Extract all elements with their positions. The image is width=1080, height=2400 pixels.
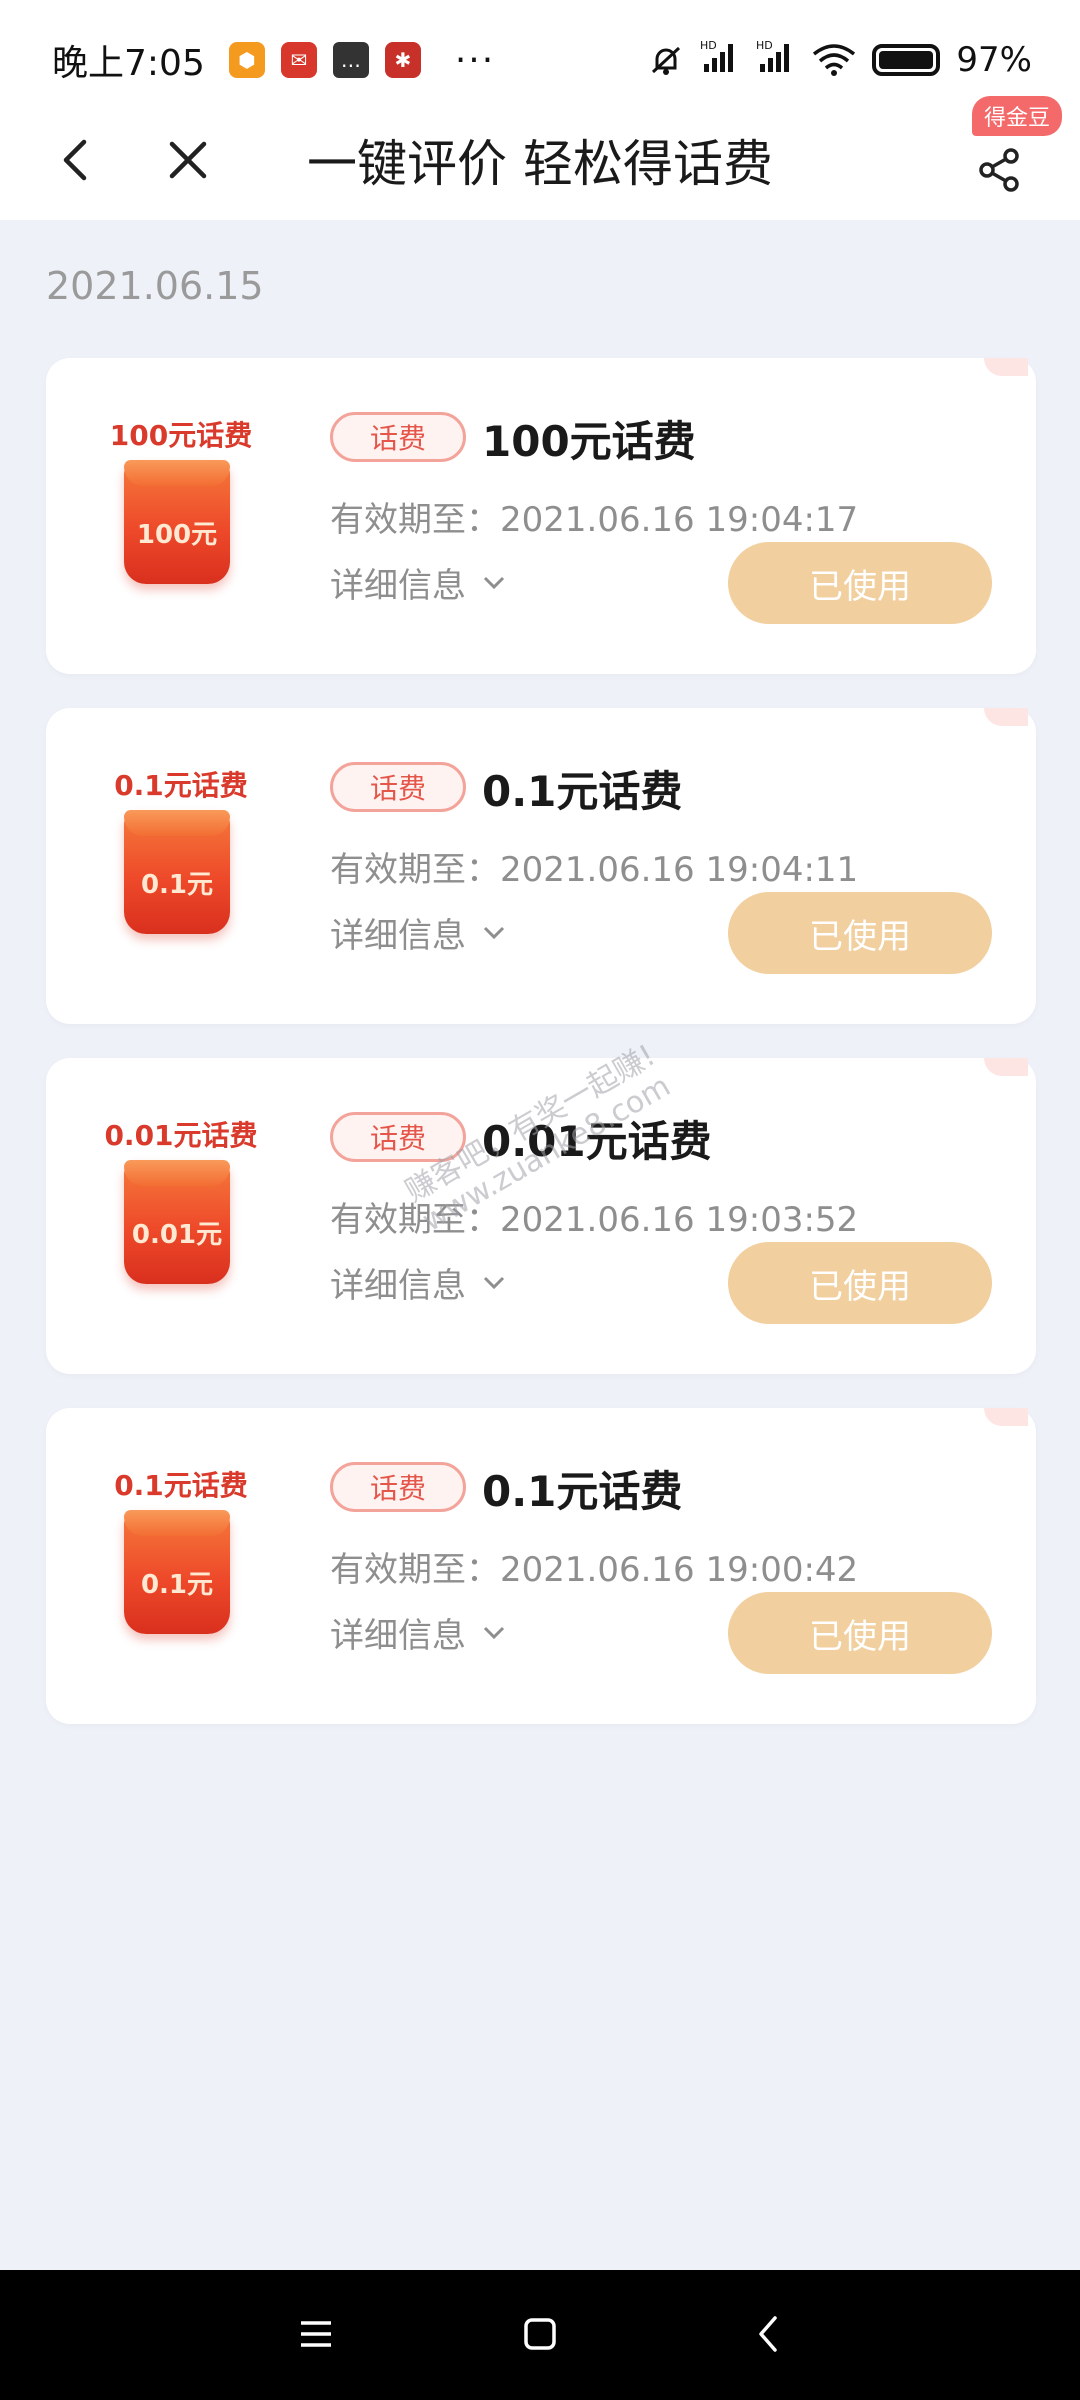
coupon-image-amount: 100元 [136, 520, 218, 550]
system-back-button[interactable] [738, 2304, 798, 2364]
red-envelope-icon: 0.1元 [124, 810, 230, 934]
coupon-image: 0.1元话费 0.1元 [96, 764, 266, 974]
battery-percent: 97% [956, 40, 1032, 80]
coupon-image-amount: 0.1元 [140, 870, 214, 900]
coupon-card[interactable]: 0.1元话费 0.1元 话费 0.1元话费 有效期至：2021.06.16 19… [46, 1408, 1036, 1724]
details-label: 详细信息 [330, 566, 466, 606]
coupon-expiry: 有效期至：2021.06.16 19:04:11 [330, 850, 859, 890]
used-button[interactable]: 已使用 [728, 1242, 992, 1324]
red-envelope-icon: 0.01元 [124, 1160, 230, 1284]
home-square-icon [524, 2318, 556, 2350]
signal-icon: HD [700, 38, 740, 82]
back-chevron-icon [759, 2316, 777, 2352]
details-toggle[interactable]: 详细信息 [330, 908, 506, 957]
card-corner-decoration [984, 708, 1028, 726]
gold-bean-badge[interactable]: 得金豆 [971, 96, 1062, 136]
coupon-card[interactable]: 0.1元话费 0.1元 话费 0.1元话费 有效期至：2021.06.16 19… [46, 708, 1036, 1024]
share-icon [979, 148, 1019, 192]
chevron-down-icon [483, 1276, 505, 1289]
message-icon: … [332, 42, 369, 78]
coupon-image: 100元话费 100元 [96, 414, 266, 624]
battery-icon [872, 44, 941, 76]
page-title: 一键评价 轻松得话费 [307, 135, 773, 193]
close-button[interactable] [152, 124, 224, 196]
share-button[interactable] [960, 130, 1040, 210]
nav-bar: 一键评价 轻松得话费 得金豆 [0, 96, 1080, 220]
app-notification-icon: ✱ [384, 42, 421, 78]
coupon-image-caption: 0.01元话费 [104, 1119, 258, 1152]
status-right: HD HD 97% [648, 38, 1032, 82]
red-envelope-icon: 0.1元 [124, 1510, 230, 1634]
signal-icon: HD [756, 38, 796, 82]
card-corner-decoration [984, 358, 1028, 376]
chevron-down-icon [483, 576, 505, 589]
coupon-image-caption: 100元话费 [109, 419, 253, 452]
details-label: 详细信息 [330, 1616, 466, 1656]
coupon-image-amount: 0.01元 [131, 1220, 223, 1250]
close-icon [169, 141, 207, 179]
coupon-image-caption: 0.1元话费 [114, 769, 248, 802]
coupon-image: 0.1元话费 0.1元 [96, 1464, 266, 1674]
chevron-down-icon [483, 926, 505, 939]
coupon-type-tag: 话费 [330, 762, 466, 812]
app-notification-icon: ⬢ [228, 42, 265, 78]
card-corner-decoration [984, 1058, 1028, 1076]
menu-button[interactable] [286, 2304, 346, 2364]
used-button[interactable]: 已使用 [728, 1592, 992, 1674]
coupon-title: 0.1元话费 [482, 1467, 683, 1516]
back-arrow-icon [63, 139, 87, 181]
mute-bell-icon [652, 46, 681, 75]
more-notifications-icon: ··· [454, 39, 496, 81]
coupon-expiry: 有效期至：2021.06.16 19:00:42 [330, 1550, 859, 1590]
back-button[interactable] [40, 124, 112, 196]
coupon-image: 0.01元话费 0.01元 [96, 1114, 266, 1324]
coupon-type-tag: 话费 [330, 412, 466, 462]
system-nav-bar [0, 2270, 1080, 2400]
chevron-down-icon [483, 1626, 505, 1639]
coupon-card[interactable]: 100元话费 100元 话费 100元话费 有效期至：2021.06.16 19… [46, 358, 1036, 674]
status-left: 晚上7:05 ⬢ ✉ … ✱ ··· [52, 34, 495, 86]
coupon-title: 100元话费 [482, 417, 696, 466]
details-toggle[interactable]: 详细信息 [330, 1608, 506, 1657]
coupon-expiry: 有效期至：2021.06.16 19:03:52 [330, 1200, 859, 1240]
coupon-image-caption: 0.1元话费 [114, 1469, 248, 1502]
red-envelope-icon: 100元 [124, 460, 230, 584]
hd-label: HD [756, 39, 773, 52]
status-time: 晚上7:05 [52, 43, 205, 84]
details-toggle[interactable]: 详细信息 [330, 1258, 506, 1307]
used-button[interactable]: 已使用 [728, 542, 992, 624]
coupon-type-tag: 话费 [330, 1462, 466, 1512]
wifi-icon [813, 44, 856, 76]
coupon-expiry: 有效期至：2021.06.16 19:04:17 [330, 500, 859, 540]
app-notification-icon: ✉ [280, 42, 317, 78]
hd-label: HD [700, 39, 717, 52]
details-label: 详细信息 [330, 1266, 466, 1306]
date-header: 2021.06.15 [46, 264, 264, 308]
menu-icon [301, 2321, 331, 2347]
coupon-image-amount: 0.1元 [140, 1570, 214, 1600]
card-corner-decoration [984, 1408, 1028, 1426]
used-button[interactable]: 已使用 [728, 892, 992, 974]
details-label: 详细信息 [330, 916, 466, 956]
coupon-title: 0.1元话费 [482, 767, 683, 816]
home-button[interactable] [510, 2304, 570, 2364]
details-toggle[interactable]: 详细信息 [330, 558, 506, 607]
